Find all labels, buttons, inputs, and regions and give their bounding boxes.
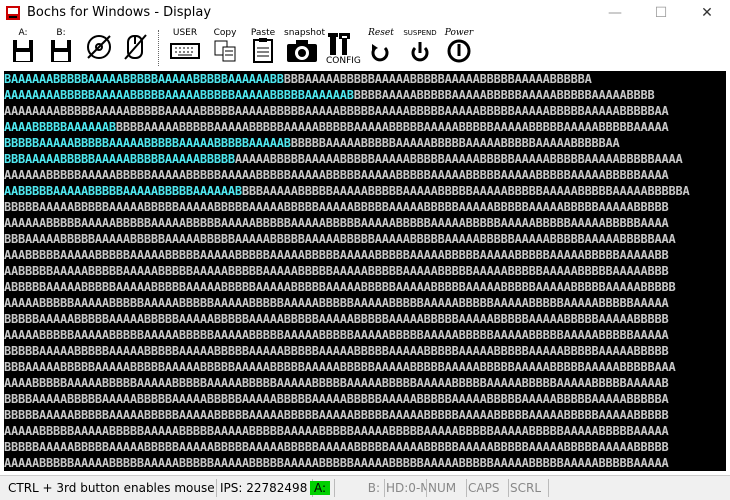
screen-text-row: BBBBBAAAAABBBBBAAAAABBBBBAAAAABBBBBAAAAA…: [4, 311, 669, 327]
normal-text: BBBBBAAAAABBBBBAAAAABBBBBAAAAABBBBBAAAAA…: [4, 344, 669, 358]
config-label: CONFIG: [326, 56, 361, 66]
minimize-button[interactable]: —: [592, 0, 638, 26]
screen-text-row: AABBBBBAAAAABBBBBAAAAABBBBBAAAAABBBBBAAA…: [4, 263, 669, 279]
normal-text: BBBBBAAAAABBBBBAAAAABBBBBAAAAABBBBBAAAAA…: [4, 312, 669, 326]
cdrom-disabled-icon: [87, 35, 111, 59]
highlighted-text: BBBAAAAABBBBBAAAAABBBBBAAAAABBBBB: [4, 152, 235, 166]
normal-text: AAAAABBBBBAAAAABBBBBAAAAABBBBBAAAAABBBBB…: [4, 456, 669, 470]
screen-text-row: AAAAAAAABBBBBAAAAABBBBBAAAAABBBBBAAAAABB…: [4, 103, 669, 119]
cdrom-button[interactable]: [84, 28, 114, 68]
emulator-screen[interactable]: BAAAAAABBBBBAAAAABBBBBAAAAABBBBBAAAAAABB…: [4, 71, 726, 471]
keyboard-icon: [170, 43, 200, 59]
screen-text-row: BBBBBAAAAABBBBBAAAAABBBBBAAAAABBBBBAAAAA…: [4, 135, 620, 151]
screen-text-row: BBBAAAAABBBBBAAAAABBBBBAAAAABBBBBAAAAABB…: [4, 359, 676, 375]
normal-text: AABBBBBAAAAABBBBBAAAAABBBBBAAAAABBBBBAAA…: [4, 264, 669, 278]
normal-text: BBBBBAAAAABBBBBAAAAABBBBBAAAAABBBBBAAAAA…: [4, 200, 669, 214]
toolbar-separator: [158, 30, 160, 66]
normal-text: BBBBBAAAAABBBBBAAAAABBBBBAAAAABBBBBAAAAA…: [4, 408, 669, 422]
screen-text-row: AAAAABBBBBAAAAABBBBBAAAAABBBBBAAAAABBBBB…: [4, 423, 669, 439]
normal-text: BBBAAAAABBBBBAAAAABBBBBAAAAABBBBBAAAAABB…: [4, 232, 676, 246]
normal-text: BBBAAAAABBBBBAAAAABBBBBAAAAABBBBBAAAAABB…: [283, 72, 592, 86]
screen-text-row: BBBAAAAABBBBBAAAAABBBBBAAAAABBBBBAAAAABB…: [4, 151, 683, 167]
normal-text: AAAAABBBBBAAAAABBBBBAAAAABBBBBAAAAABBBBB…: [4, 328, 669, 342]
normal-text: BBBBAAAAABBBBBAAAAABBBBBAAAAABBBBBAAAAAB…: [353, 88, 655, 102]
paste-button[interactable]: Paste: [248, 28, 278, 68]
status-drive-a: A:: [310, 479, 335, 497]
snapshot-button[interactable]: snapshot: [284, 28, 325, 68]
status-ips: IPS: 22782498: [216, 479, 313, 497]
screen-text-row: BBBAAAAABBBBBAAAAABBBBBAAAAABBBBBAAAAABB…: [4, 231, 676, 247]
screen-text-row: BBBBAAAAABBBBBAAAAABBBBBAAAAABBBBBAAAAAB…: [4, 391, 669, 407]
screen-text-row: AAAABBBBBAAAAABBBBBAAAAABBBBBAAAAABBBBBA…: [4, 375, 669, 391]
normal-text: BBBBBAAAAABBBBBAAAAABBBBBAAAAABBBBBAAAAA…: [290, 136, 620, 150]
status-caps: CAPS: [464, 479, 509, 497]
floppy-a-button[interactable]: A:: [8, 28, 38, 68]
normal-text: AAAAAAAABBBBBAAAAABBBBBAAAAABBBBBAAAAABB…: [4, 104, 669, 118]
screen-text-row: AAAAABBBBBAAAAABBBBBAAAAABBBBBAAAAABBBBB…: [4, 295, 669, 311]
power-icon: [447, 39, 471, 63]
screen-text-row: AAAAAAAABBBBBAAAAABBBBBAAAAABBBBBAAAAABB…: [4, 87, 655, 103]
mouse-disabled-icon: [124, 34, 147, 60]
normal-text: BBBBBAAAAABBBBBAAAAABBBBBAAAAABBBBBAAAAA…: [4, 440, 669, 454]
floppy-b-button[interactable]: B:: [46, 28, 76, 68]
screen-text-row: ABBBBBAAAAABBBBBAAAAABBBBBAAAAABBBBBAAAA…: [4, 279, 676, 295]
status-bar: CTRL + 3rd button enables mouse IPS: 227…: [0, 475, 730, 500]
status-drive-b: B:: [352, 479, 385, 497]
normal-text: BBBBAAAAABBBBBAAAAABBBBBAAAAABBBBBAAAAAB…: [115, 120, 669, 134]
normal-text: AAAAAABBBBBAAAAABBBBBAAAAABBBBBAAAAABBBB…: [4, 216, 669, 230]
status-hint: CTRL + 3rd button enables mouse: [4, 479, 217, 497]
normal-text: BBBBAAAAABBBBBAAAAABBBBBAAAAABBBBBAAAAAB…: [4, 392, 669, 406]
screen-text-row: BBBBBAAAAABBBBBAAAAABBBBBAAAAABBBBBAAAAA…: [4, 199, 669, 215]
title-bar: Bochs for Windows - Display — ☐ ✕: [0, 0, 730, 26]
app-icon: [5, 5, 21, 21]
normal-text: AAAABBBBBAAAAABBBBBAAAAABBBBBAAAAABBBBBA…: [4, 376, 669, 390]
copy-icon: [214, 40, 236, 62]
screen-text-row: AAAAAABBBBBAAAAABBBBBAAAAABBBBBAAAAABBBB…: [4, 167, 669, 183]
screen-text-row: BBBBBAAAAABBBBBAAAAABBBBBAAAAABBBBBAAAAA…: [4, 407, 669, 423]
copy-button[interactable]: Copy: [210, 28, 240, 68]
suspend-button[interactable]: SUSPEND: [402, 28, 438, 68]
screen-text-row: AAAABBBBBAAAAAABBBBBAAAAABBBBBAAAAABBBBB…: [4, 119, 669, 135]
normal-text: ABBBBBAAAAABBBBBAAAAABBBBBAAAAABBBBBAAAA…: [4, 280, 676, 294]
status-scrl: SCRL: [506, 479, 549, 497]
normal-text: AAAAABBBBBAAAAABBBBBAAAAABBBBBAAAAABBBBB…: [234, 152, 683, 166]
screen-text-row: BBBBBAAAAABBBBBAAAAABBBBBAAAAABBBBBAAAAA…: [4, 343, 669, 359]
drive-a-indicator: A:: [310, 481, 331, 495]
normal-text: BBBAAAAABBBBBAAAAABBBBBAAAAABBBBBAAAAABB…: [241, 184, 690, 198]
normal-text: AAAAABBBBBAAAAABBBBBAAAAABBBBBAAAAABBBBB…: [4, 296, 669, 310]
screen-text-row: AAAAAABBBBBAAAAABBBBBAAAAABBBBBAAAAABBBB…: [4, 215, 669, 231]
highlighted-text: AAAABBBBBAAAAAAB: [4, 120, 116, 134]
status-hd: HD:0-M: [382, 479, 427, 497]
paste-icon: [253, 38, 273, 63]
highlighted-text: AAAAAAAABBBBBAAAAABBBBBAAAAABBBBBAAAAABB…: [4, 88, 354, 102]
suspend-icon: [411, 42, 429, 62]
floppy-disk-icon: [51, 40, 71, 62]
camera-icon: [287, 40, 317, 62]
normal-text: AAAAABBBBBAAAAABBBBBAAAAABBBBBAAAAABBBBB…: [4, 424, 669, 438]
screen-text-row: AAAAABBBBBAAAAABBBBBAAAAABBBBBAAAAABBBBB…: [4, 327, 669, 343]
floppy-disk-icon: [13, 40, 33, 62]
screen-text-row: AABBBBBAAAAABBBBBAAAAABBBBBAAAAAABBBBAAA…: [4, 183, 690, 199]
highlighted-text: BBBBBAAAAABBBBBAAAAABBBBBAAAAABBBBBAAAAA…: [4, 136, 291, 150]
mouse-button[interactable]: [120, 28, 150, 68]
reset-icon: [371, 44, 389, 62]
highlighted-text: AABBBBBAAAAABBBBBAAAAABBBBBAAAAAAB: [4, 184, 242, 198]
maximize-button[interactable]: ☐: [638, 0, 684, 26]
power-button[interactable]: Power: [442, 28, 476, 68]
highlighted-text: BAAAAAABBBBBAAAAABBBBBAAAAABBBBBAAAAAABB: [4, 72, 284, 86]
screen-text-row: AAAAABBBBBAAAAABBBBBAAAAABBBBBAAAAABBBBB…: [4, 455, 669, 471]
normal-text: BBBAAAAABBBBBAAAAABBBBBAAAAABBBBBAAAAABB…: [4, 360, 676, 374]
status-num: NUM: [424, 479, 467, 497]
user-button[interactable]: USER: [168, 28, 202, 68]
toolbar: A: B: USER Copy Paste snapshot CONFIG Re…: [0, 26, 730, 70]
config-button[interactable]: CONFIG: [326, 28, 361, 68]
window-title: Bochs for Windows - Display: [27, 5, 212, 20]
screen-text-row: AAABBBBBAAAAABBBBBAAAAABBBBBAAAAABBBBBAA…: [4, 247, 669, 263]
screen-text-row: BAAAAAABBBBBAAAAABBBBBAAAAABBBBBAAAAAABB…: [4, 71, 592, 87]
normal-text: AAABBBBBAAAAABBBBBAAAAABBBBBAAAAABBBBBAA…: [4, 248, 669, 262]
normal-text: AAAAAABBBBBAAAAABBBBBAAAAABBBBBAAAAABBBB…: [4, 168, 669, 182]
reset-button[interactable]: Reset: [364, 28, 398, 68]
close-button[interactable]: ✕: [684, 0, 730, 26]
screen-text-row: BBBBBAAAAABBBBBAAAAABBBBBAAAAABBBBBAAAAA…: [4, 439, 669, 455]
